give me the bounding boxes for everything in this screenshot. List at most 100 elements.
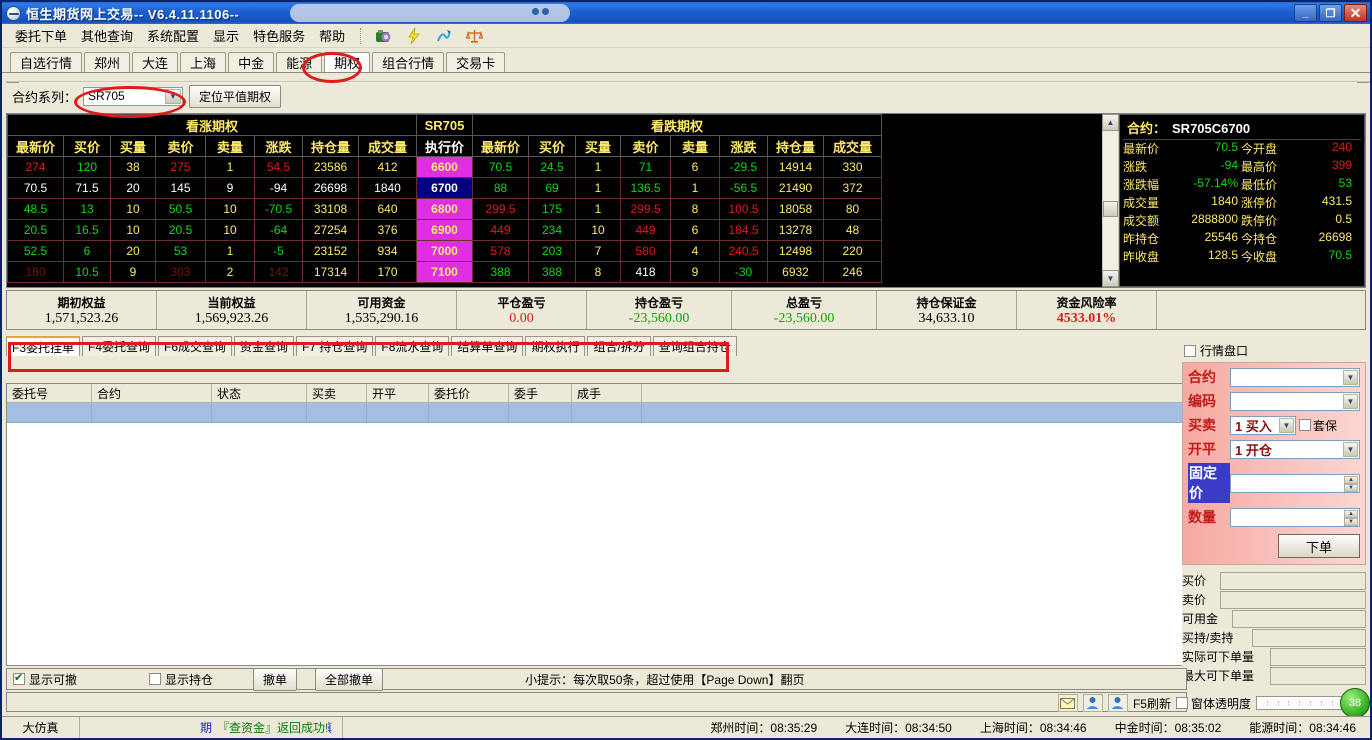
call-cell[interactable]: 10 [110, 219, 156, 241]
menu-item-other-query[interactable]: 其他查询 [74, 24, 140, 47]
function-tab[interactable]: F7 持仓查询 [296, 336, 374, 356]
function-tab[interactable]: 期权执行 [525, 336, 586, 356]
function-tab[interactable]: 查询组合持仓 [652, 336, 737, 356]
strike-cell[interactable]: 7100 [416, 261, 473, 283]
put-cell[interactable]: 80 [823, 198, 882, 220]
function-tab[interactable]: F8流水查询 [375, 336, 450, 356]
tab-options[interactable]: 期权 [324, 52, 371, 72]
call-cell[interactable]: -70.5 [254, 198, 303, 220]
option-row[interactable]: 274 120 38 275 1 54.5 23586 412 6600 70.5 24.5 1 71 6… [7, 156, 882, 178]
put-cell[interactable]: 69 [528, 177, 576, 199]
call-cell[interactable]: -94 [254, 177, 303, 199]
order-col-header[interactable]: 买卖 [307, 384, 367, 402]
order-col-header[interactable]: 状态 [212, 384, 307, 402]
put-cell[interactable]: -29.5 [719, 156, 768, 178]
strike-cell[interactable]: 6800 [416, 198, 473, 220]
call-cell[interactable]: 303 [155, 261, 206, 283]
hedge-checkbox[interactable] [1299, 419, 1311, 431]
scrollbar-thumb[interactable] [1103, 201, 1118, 217]
call-header-1[interactable]: 买价 [63, 135, 111, 157]
put-cell[interactable]: 580 [620, 240, 671, 262]
tab-custom-quotes[interactable]: 自选行情 [10, 52, 83, 72]
show-cancelable-checkbox[interactable] [13, 671, 25, 685]
price-type-label[interactable]: 固定价 [1188, 463, 1230, 503]
user-icon[interactable] [1107, 694, 1128, 712]
cancel-all-orders-button[interactable]: 全部撤单 [315, 667, 384, 691]
order-cell[interactable] [307, 403, 367, 422]
call-cell[interactable]: -64 [254, 219, 303, 241]
put-cell[interactable]: 240.5 [719, 240, 768, 262]
order-col-header[interactable]: 成手 [572, 384, 642, 402]
call-cell[interactable]: 275 [155, 156, 206, 178]
tab-cffex[interactable]: 中金 [228, 52, 275, 72]
call-cell[interactable]: 20.5 [155, 219, 206, 241]
strike-header[interactable]: 执行价 [416, 135, 473, 157]
order-col-header[interactable]: 合约 [92, 384, 212, 402]
call-cell[interactable]: 27254 [302, 219, 359, 241]
call-cell[interactable]: 71.5 [63, 177, 111, 199]
put-cell[interactable]: 71 [620, 156, 671, 178]
tab-trade-card[interactable]: 交易卡 [446, 52, 506, 72]
call-cell[interactable]: 48.5 [7, 198, 64, 220]
order-cell[interactable] [572, 403, 642, 422]
call-cell[interactable]: 20 [110, 177, 156, 199]
transparency-checkbox[interactable] [1175, 697, 1188, 709]
call-cell[interactable]: 10 [110, 198, 156, 220]
put-cell[interactable]: 220 [823, 240, 882, 262]
tab-shanghai[interactable]: 上海 [180, 52, 227, 72]
option-chain-table[interactable]: 看涨期权 SR705 看跌期权 最新价 买价 买量 卖价 卖量 涨跌 持仓量 成交量 执行价 最新价 买价… [7, 114, 882, 283]
put-cell[interactable]: 388 [472, 261, 529, 283]
put-cell[interactable]: 18058 [767, 198, 824, 220]
order-col-header[interactable]: 开平 [367, 384, 429, 402]
put-cell[interactable]: 14914 [767, 156, 824, 178]
call-cell[interactable]: 180 [7, 261, 64, 283]
put-cell[interactable]: 1 [575, 156, 621, 178]
put-cell[interactable]: 10 [575, 219, 621, 241]
put-cell[interactable]: 48 [823, 219, 882, 241]
call-cell[interactable]: 70.5 [7, 177, 64, 199]
function-tab[interactable]: F4委托查询 [82, 336, 157, 356]
order-col-header[interactable]: 委托号 [7, 384, 92, 402]
option-row[interactable]: 20.5 16.5 10 20.5 10 -64 27254 376 6900 449 234 10 4… [7, 219, 882, 241]
call-cell[interactable]: 142 [254, 261, 303, 283]
strike-cell[interactable]: 6700 [416, 177, 473, 199]
hedge-checkbox-row[interactable]: 套保 [1299, 417, 1337, 434]
call-cell[interactable]: 23586 [302, 156, 359, 178]
put-header-0[interactable]: 最新价 [472, 135, 529, 157]
put-cell[interactable]: 234 [528, 219, 576, 241]
call-cell[interactable]: 17314 [302, 261, 359, 283]
call-cell[interactable]: 640 [358, 198, 417, 220]
call-cell[interactable]: 170 [358, 261, 417, 283]
chevron-down-icon[interactable]: ▼ [1343, 369, 1358, 385]
menu-item-display[interactable]: 显示 [206, 24, 246, 47]
option-row[interactable]: 48.5 13 10 50.5 10 -70.5 33108 640 6800 299.5 175 1… [7, 198, 882, 220]
side-select[interactable]: 1 买入 ▼ [1230, 415, 1296, 435]
series-select[interactable]: SR705 ▼ [83, 86, 184, 106]
strike-cell[interactable]: 6900 [416, 219, 473, 241]
minimize-button[interactable]: _ [1294, 4, 1317, 22]
put-cell[interactable]: 449 [472, 219, 529, 241]
call-header-0[interactable]: 最新价 [7, 135, 64, 157]
put-cell[interactable]: 418 [620, 261, 671, 283]
menu-item-help[interactable]: 帮助 [312, 24, 352, 47]
put-cell[interactable]: 9 [670, 261, 720, 283]
call-cell[interactable]: 934 [358, 240, 417, 262]
call-cell[interactable]: 6 [63, 240, 111, 262]
put-header-5[interactable]: 涨跌 [719, 135, 768, 157]
put-cell[interactable]: 100.5 [719, 198, 768, 220]
function-tab[interactable]: F6成交查询 [158, 336, 233, 356]
menu-item-special-service[interactable]: 特色服务 [246, 24, 312, 47]
tab-dalian[interactable]: 大连 [132, 52, 179, 72]
put-cell[interactable]: 21490 [767, 177, 824, 199]
camera-icon[interactable] [373, 26, 395, 46]
show-positions-row[interactable]: 显示持仓 [149, 671, 213, 688]
menu-item-system-config[interactable]: 系统配置 [140, 24, 206, 47]
call-cell[interactable]: 10 [205, 219, 255, 241]
call-cell[interactable]: 33108 [302, 198, 359, 220]
order-cell[interactable] [367, 403, 429, 422]
call-cell[interactable]: 2 [205, 261, 255, 283]
table-vertical-scrollbar[interactable]: ▲ ▼ [1101, 114, 1119, 287]
call-cell[interactable]: 1840 [358, 177, 417, 199]
order-cell[interactable] [92, 403, 212, 422]
put-header-7[interactable]: 成交量 [823, 135, 882, 157]
